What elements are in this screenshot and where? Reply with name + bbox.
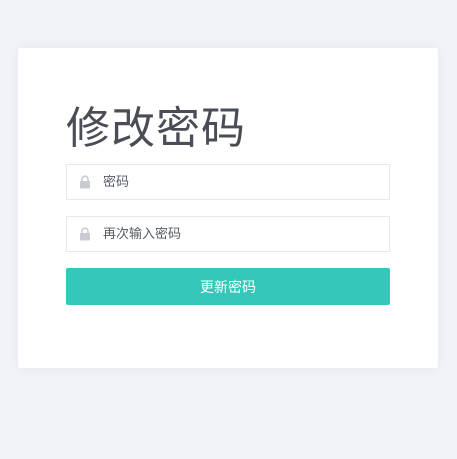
lock-icon [80, 175, 90, 189]
page-title: 修改密码 [66, 103, 246, 154]
confirm-password-field[interactable] [66, 216, 390, 252]
lock-icon [80, 227, 90, 241]
password-field[interactable] [66, 164, 390, 200]
confirm-password-input[interactable] [103, 217, 383, 251]
password-input[interactable] [103, 165, 383, 199]
change-password-card: 修改密码 更新密码 [18, 48, 438, 368]
update-password-button[interactable]: 更新密码 [66, 268, 390, 305]
